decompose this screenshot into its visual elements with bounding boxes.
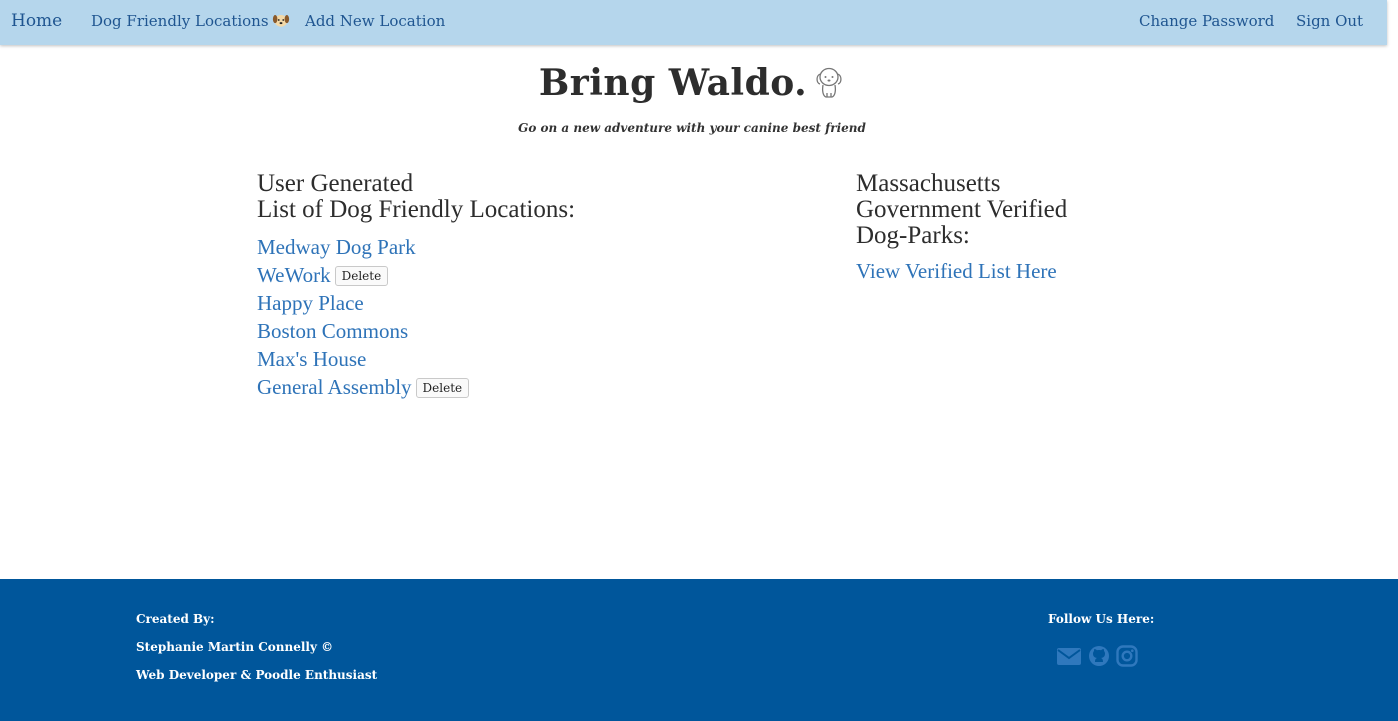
user-generated-heading: User Generated List of Dog Friendly Loca… bbox=[257, 171, 697, 223]
created-by-label: Created By: bbox=[136, 612, 215, 626]
envelope-icon[interactable] bbox=[1056, 644, 1082, 668]
nav-add-location-link[interactable]: Add New Location bbox=[305, 0, 445, 45]
verified-parks-heading: Massachusetts Government Verified Dog-Pa… bbox=[856, 171, 1156, 249]
nav-change-password-link[interactable]: Change Password bbox=[1139, 0, 1274, 45]
location-link[interactable]: Medway Dog Park bbox=[257, 235, 416, 259]
location-link[interactable]: General Assembly bbox=[257, 375, 412, 399]
list-item: Boston Commons bbox=[257, 317, 469, 345]
location-link[interactable]: Boston Commons bbox=[257, 319, 408, 343]
heading-line: Massachusetts bbox=[856, 170, 1001, 197]
heading-line: Government Verified bbox=[856, 196, 1068, 223]
location-link[interactable]: WeWork bbox=[257, 263, 331, 287]
list-item: Happy Place bbox=[257, 289, 469, 317]
location-link[interactable]: Happy Place bbox=[257, 291, 364, 315]
nav-home-link[interactable]: Home bbox=[11, 0, 62, 45]
nav-locations-label: Dog Friendly Locations bbox=[91, 12, 269, 30]
location-list: Medway Dog Park WeWork Delete Happy Place… bbox=[257, 233, 470, 401]
dog-outline-icon bbox=[816, 67, 842, 98]
site-title-text: Bring Waldo. bbox=[538, 62, 808, 104]
view-verified-list-link[interactable]: View Verified List Here bbox=[856, 259, 1057, 284]
github-icon[interactable] bbox=[1088, 644, 1110, 668]
list-item: Max's House bbox=[257, 345, 469, 373]
delete-button[interactable]: Delete bbox=[334, 266, 389, 286]
location-link[interactable]: Max's House bbox=[257, 347, 366, 371]
delete-button[interactable]: Delete bbox=[415, 378, 470, 398]
heading-line: List of Dog Friendly Locations: bbox=[257, 196, 576, 223]
follow-us-label: Follow Us Here: bbox=[1048, 612, 1155, 626]
heading-line: User Generated bbox=[257, 170, 414, 197]
list-item: Medway Dog Park bbox=[257, 233, 469, 261]
author-name: Stephanie Martin Connelly © bbox=[136, 640, 334, 654]
nav-locations-link[interactable]: Dog Friendly Locations bbox=[91, 0, 290, 45]
list-item: General Assembly Delete bbox=[257, 373, 470, 401]
list-item: WeWork Delete bbox=[257, 261, 469, 289]
navbar: Home Dog Friendly Locations Add New Loca… bbox=[0, 0, 1387, 45]
site-title: Bring Waldo. bbox=[0, 62, 1384, 104]
tagline: Go on a new adventure with your canine b… bbox=[518, 121, 866, 135]
dog-face-icon bbox=[272, 15, 289, 27]
instagram-icon[interactable] bbox=[1116, 644, 1138, 668]
author-role: Web Developer & Poodle Enthusiast bbox=[136, 668, 378, 682]
footer: Created By: Stephanie Martin Connelly © … bbox=[0, 579, 1398, 721]
heading-line: Dog-Parks: bbox=[856, 222, 970, 249]
nav-sign-out-link[interactable]: Sign Out bbox=[1296, 0, 1363, 45]
